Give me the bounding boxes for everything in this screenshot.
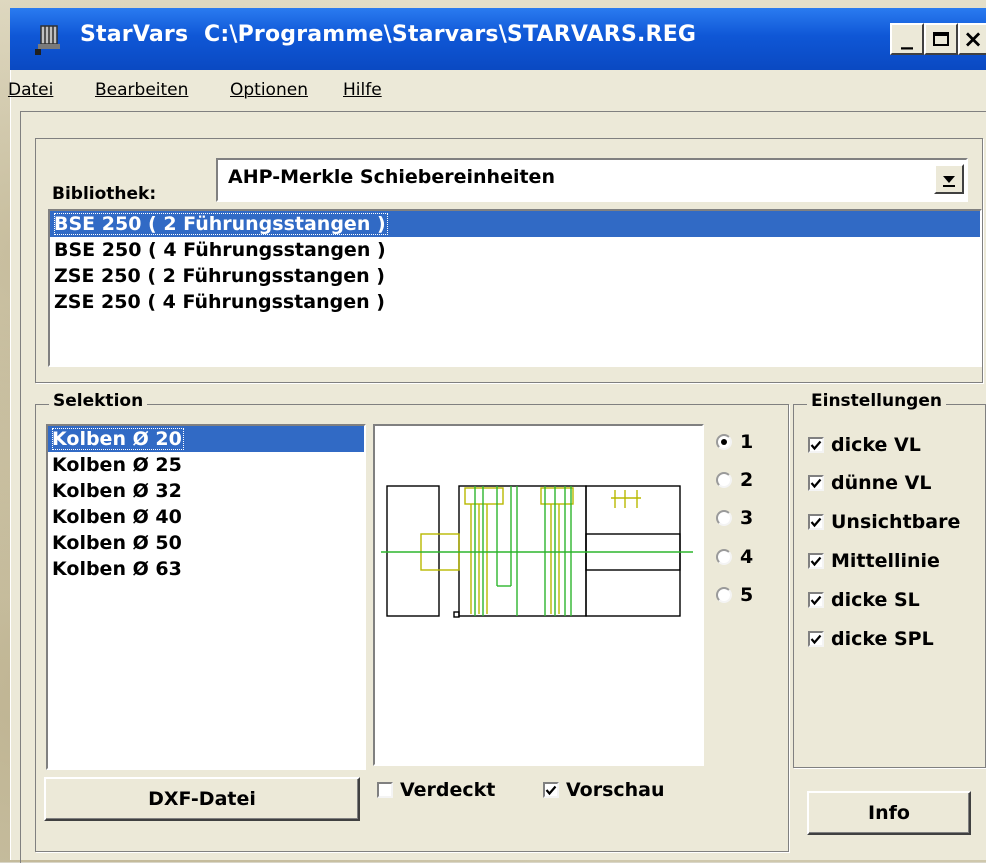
radio-icon (716, 510, 732, 526)
radio-label: 3 (740, 507, 754, 529)
option-thick-vl[interactable]: dicke VL (808, 432, 921, 458)
radio-option-4[interactable]: 4 (716, 544, 753, 570)
checkmark-icon (808, 514, 824, 530)
drawing-left-block (386, 485, 440, 617)
option-thin-vl[interactable]: dünne VL (808, 470, 932, 496)
checkbox-label: dicke VL (831, 434, 921, 456)
list-item[interactable]: Kolben Ø 40 (48, 504, 364, 530)
hidden-lines-checkbox[interactable]: Verdeckt (377, 777, 495, 803)
checkmark-icon (808, 631, 824, 647)
library-dropdown[interactable]: AHP-Merkle Schiebereinheiten (216, 158, 968, 202)
option-invisible[interactable]: Unsichtbare (808, 509, 960, 535)
settings-group (793, 404, 986, 768)
list-item[interactable]: Kolben Ø 50 (48, 530, 364, 556)
minimize-button[interactable]: _ (890, 23, 924, 55)
checkmark-icon (808, 437, 824, 453)
drawing-corner-marker (453, 611, 460, 618)
selection-list[interactable]: Kolben Ø 20 Kolben Ø 25 Kolben Ø 32 Kolb… (46, 424, 366, 770)
menu-datei[interactable]: Datei (8, 80, 53, 100)
menu-bar: Datei Bearbeiten Optionen Hilfe (8, 70, 986, 108)
part-drawing (381, 485, 693, 618)
close-icon: × (962, 25, 984, 53)
client-area: Bibliothek: AHP-Merkle Schiebereinheiten… (20, 111, 986, 863)
checkmark-icon (808, 553, 824, 569)
checkbox-label: dünne VL (831, 472, 932, 494)
radio-option-2[interactable]: 2 (716, 467, 753, 493)
app-name: StarVars (80, 22, 189, 47)
list-item[interactable]: Kolben Ø 32 (48, 478, 364, 504)
preview-panel (373, 424, 704, 766)
list-item[interactable]: Kolben Ø 20 (48, 426, 364, 452)
option-thick-sl[interactable]: dicke SL (808, 587, 920, 613)
checkbox-label: Mittellinie (831, 550, 940, 572)
menu-bearbeiten[interactable]: Bearbeiten (95, 80, 188, 100)
checkbox-label: Unsichtbare (831, 511, 961, 533)
drawing-middle-block (458, 485, 587, 617)
info-button[interactable]: Info (807, 791, 971, 835)
file-path: C:\Programme\Starvars\STARVARS.REG (204, 22, 697, 47)
title-bar[interactable]: StarVars C:\Programme\Starvars\STARVARS.… (10, 8, 986, 70)
radio-selected-icon (716, 434, 732, 450)
library-selected-value: AHP-Merkle Schiebereinheiten (228, 166, 555, 188)
settings-group-label: Einstellungen (807, 391, 946, 411)
drawing-right-block (585, 485, 681, 617)
option-thick-spl[interactable]: dicke SPL (808, 626, 934, 652)
app-icon (35, 25, 60, 55)
radio-option-1[interactable]: 1 (716, 429, 753, 455)
list-item[interactable]: Kolben Ø 25 (48, 452, 364, 478)
checkmark-icon (543, 782, 559, 798)
radio-icon (716, 472, 732, 488)
list-item[interactable]: BSE 250 ( 2 Führungsstangen ) (50, 211, 980, 237)
option-centerline[interactable]: Mittellinie (808, 548, 940, 574)
close-button[interactable]: × (958, 23, 986, 55)
radio-icon (716, 549, 732, 565)
checkbox-label: dicke SL (831, 589, 920, 611)
menu-hilfe[interactable]: Hilfe (343, 80, 382, 100)
radio-option-3[interactable]: 3 (716, 505, 753, 531)
list-item-label: Kolben Ø 20 (52, 428, 184, 450)
selection-group-label: Selektion (49, 391, 148, 411)
preview-checkbox[interactable]: Vorschau (543, 777, 665, 803)
dropdown-button[interactable] (934, 164, 964, 194)
checkbox-label: Vorschau (566, 779, 665, 801)
list-item[interactable]: ZSE 250 ( 4 Führungsstangen ) (50, 289, 980, 315)
library-list[interactable]: BSE 250 ( 2 Führungsstangen ) BSE 250 ( … (48, 209, 982, 367)
checkbox-label: dicke SPL (831, 628, 934, 650)
minimize-icon: _ (901, 22, 913, 50)
library-label: Bibliothek: (52, 184, 157, 204)
radio-icon (716, 587, 732, 603)
checkmark-icon (808, 592, 824, 608)
list-item[interactable]: Kolben Ø 63 (48, 556, 364, 582)
app-window: StarVars C:\Programme\Starvars\STARVARS.… (8, 8, 986, 863)
list-item[interactable]: ZSE 250 ( 2 Führungsstangen ) (50, 263, 980, 289)
chevron-down-icon (943, 176, 955, 183)
window-title: StarVars C:\Programme\Starvars\STARVARS.… (80, 22, 696, 47)
checkbox-unchecked-icon (377, 782, 393, 798)
radio-label: 5 (740, 584, 754, 606)
radio-label: 2 (740, 469, 754, 491)
radio-label: 4 (740, 546, 754, 568)
dropdown-bar-icon (943, 185, 955, 187)
list-item[interactable]: BSE 250 ( 4 Führungsstangen ) (50, 237, 980, 263)
radio-option-5[interactable]: 5 (716, 582, 753, 608)
list-item-label: BSE 250 ( 2 Führungsstangen ) (54, 213, 388, 235)
checkmark-icon (808, 475, 824, 491)
menu-optionen[interactable]: Optionen (230, 80, 308, 100)
radio-label: 1 (740, 431, 754, 453)
maximize-icon (933, 32, 949, 46)
checkbox-label: Verdeckt (400, 779, 496, 801)
dxf-file-button[interactable]: DXF-Datei (44, 777, 360, 821)
maximize-button[interactable] (924, 23, 958, 55)
